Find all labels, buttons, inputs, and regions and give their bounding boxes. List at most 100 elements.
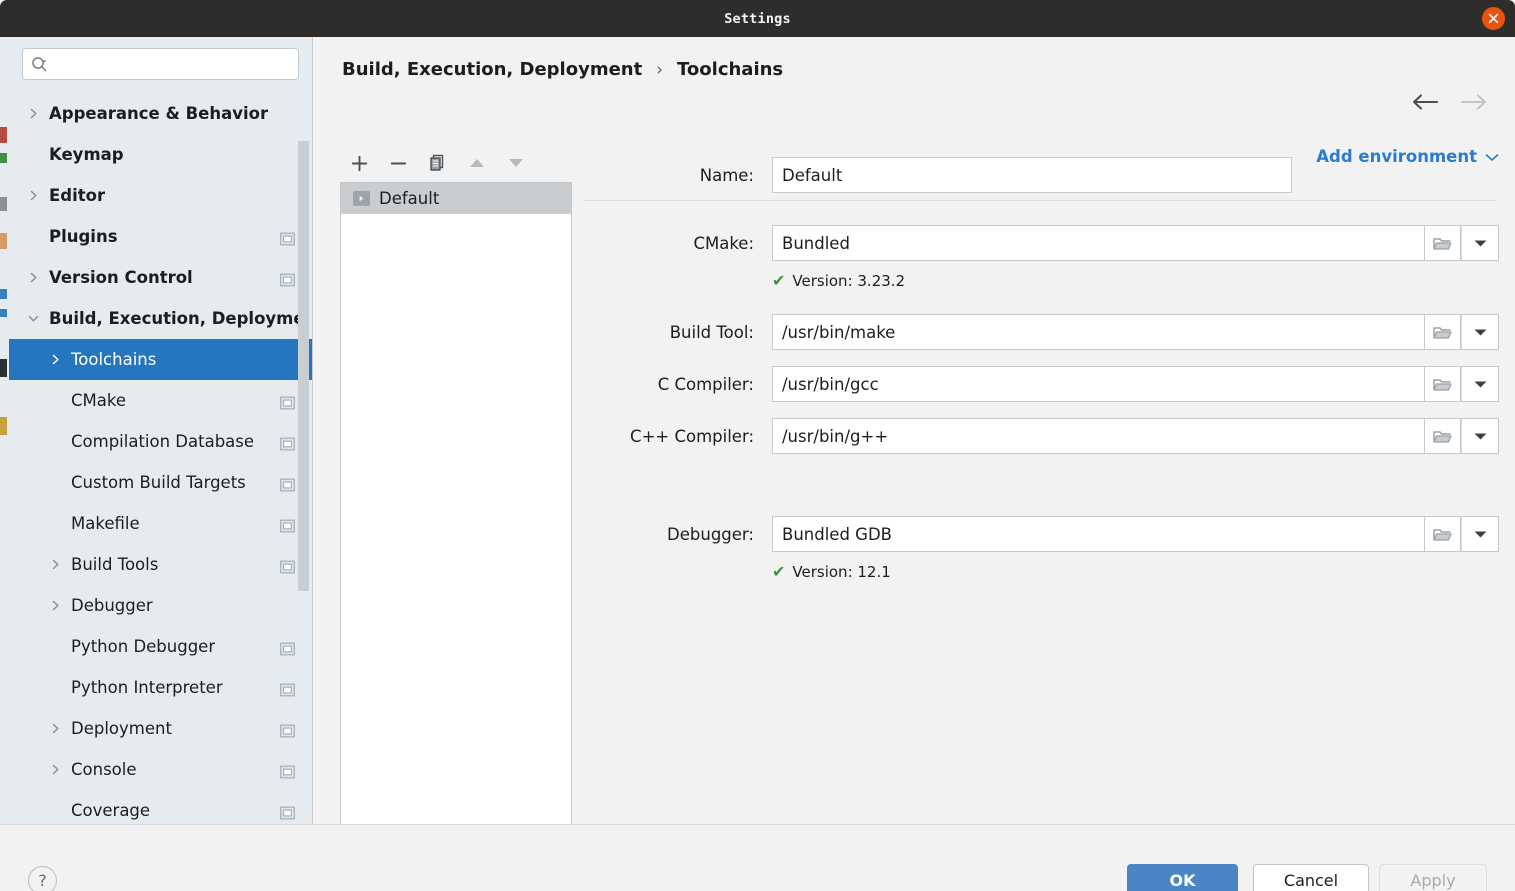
build-tool-field-wrap: /usr/bin/make	[772, 314, 1499, 350]
debugger-dropdown-icon[interactable]	[1461, 516, 1499, 552]
sidebar-item-editor[interactable]: Editor	[9, 175, 313, 216]
arrow-right-icon[interactable]	[1460, 93, 1488, 111]
help-icon[interactable]: ?	[28, 866, 57, 891]
project-scope-icon	[280, 517, 295, 530]
copy-icon[interactable]	[418, 146, 457, 180]
chevron-down-icon	[1485, 147, 1499, 166]
sidebar-item-debugger[interactable]: Debugger	[9, 585, 313, 626]
ok-button[interactable]: OK	[1127, 864, 1238, 891]
project-scope-icon	[280, 640, 295, 653]
sidebar-item-label: Deployment	[71, 719, 172, 738]
add-environment-button[interactable]: Add environment	[1316, 147, 1499, 166]
sidebar-item-python-debugger[interactable]: Python Debugger	[9, 626, 313, 667]
project-scope-icon	[280, 722, 295, 735]
sidebar-item-label: Build Tools	[71, 555, 158, 574]
toolchain-list-toolbar	[340, 145, 572, 181]
sidebar-item-keymap[interactable]: Keymap	[9, 134, 313, 175]
sidebar-item-label: Python Debugger	[71, 637, 215, 656]
search-input[interactable]	[52, 50, 290, 78]
cancel-button[interactable]: Cancel	[1253, 864, 1369, 891]
settings-sidebar: Appearance & Behavior Keymap Editor Plugins…	[9, 37, 313, 824]
build-tool-browse-folder-icon[interactable]	[1425, 314, 1461, 350]
cmake-input[interactable]: Bundled	[772, 225, 1425, 261]
triangle-down-icon[interactable]	[496, 146, 535, 180]
sidebar-item-appearance-behavior[interactable]: Appearance & Behavior	[9, 93, 313, 134]
sidebar-item-makefile[interactable]: Makefile	[9, 503, 313, 544]
cxx-compiler-input[interactable]: /usr/bin/g++	[772, 418, 1425, 454]
c-compiler-input[interactable]: /usr/bin/gcc	[772, 366, 1425, 402]
sidebar-scrollbar-thumb[interactable]	[298, 141, 309, 591]
search-box[interactable]	[22, 48, 299, 80]
sidebar-item-compilation-database[interactable]: Compilation Database	[9, 421, 313, 462]
project-scope-icon	[280, 558, 295, 571]
cxx-compiler-dropdown-icon[interactable]	[1461, 418, 1499, 454]
chevron-right-icon	[49, 599, 71, 612]
window-title: Settings	[724, 11, 791, 27]
sidebar-item-toolchains[interactable]: Toolchains	[9, 339, 313, 380]
sidebar-item-label: Editor	[49, 186, 105, 205]
cmake-dropdown-icon[interactable]	[1461, 225, 1499, 261]
c-compiler-browse-folder-icon[interactable]	[1425, 366, 1461, 402]
c-compiler-dropdown-icon[interactable]	[1461, 366, 1499, 402]
build-tool-input[interactable]: /usr/bin/make	[772, 314, 1425, 350]
build-tool-row: Build Tool: /usr/bin/make	[584, 314, 1499, 350]
sidebar-item-build-execution-deployment[interactable]: Build, Execution, Deployment	[9, 298, 313, 339]
cmake-version: ✔ Version: 3.23.2	[772, 272, 905, 290]
debugger-label: Debugger:	[584, 525, 754, 544]
sidebar-item-console[interactable]: Console	[9, 749, 313, 790]
sidebar-item-label: Console	[71, 760, 137, 779]
toolchain-list[interactable]: Default	[340, 182, 572, 830]
sidebar-item-custom-build-targets[interactable]: Custom Build Targets	[9, 462, 313, 503]
c-compiler-label: C Compiler:	[584, 375, 754, 394]
debugger-browse-folder-icon[interactable]	[1425, 516, 1461, 552]
debugger-input[interactable]: Bundled GDB	[772, 516, 1425, 552]
close-glyph	[1488, 13, 1499, 24]
c-compiler-row: C Compiler: /usr/bin/gcc	[584, 366, 1499, 402]
dialog-body: Appearance & Behavior Keymap Editor Plugins…	[0, 37, 1515, 891]
sidebar-item-label: Build, Execution, Deployment	[49, 309, 307, 328]
add-toolchain-button[interactable]	[340, 146, 379, 180]
dialog-footer: ? OK Cancel Apply CSDN @UnderTurrets	[0, 824, 1515, 891]
search-area	[9, 37, 312, 80]
sidebar-scrollbar-track[interactable]	[300, 93, 311, 824]
name-row: Name: Default	[584, 157, 1292, 193]
main-panel: Build, Execution, Deployment › Toolchain…	[314, 37, 1515, 824]
remove-toolchain-button[interactable]	[379, 146, 418, 180]
sidebar-item-plugins[interactable]: Plugins	[9, 216, 313, 257]
project-scope-icon	[280, 804, 295, 817]
debugger-field-wrap: Bundled GDB	[772, 516, 1499, 552]
sidebar-item-version-control[interactable]: Version Control	[9, 257, 313, 298]
cxx-compiler-browse-folder-icon[interactable]	[1425, 418, 1461, 454]
sidebar-item-coverage[interactable]: Coverage	[9, 790, 313, 824]
sidebar-item-cmake[interactable]: CMake	[9, 380, 313, 421]
apply-button[interactable]: Apply	[1379, 864, 1487, 891]
project-scope-icon	[280, 271, 295, 284]
breadcrumb-root[interactable]: Build, Execution, Deployment	[342, 59, 642, 80]
sidebar-item-label: Appearance & Behavior	[49, 104, 268, 123]
settings-tree: Appearance & Behavior Keymap Editor Plugins…	[9, 93, 313, 824]
navigation-arrows	[1411, 93, 1488, 111]
sidebar-item-label: Plugins	[49, 227, 118, 246]
sidebar-item-label: Makefile	[71, 514, 140, 533]
name-input[interactable]: Default	[772, 157, 1292, 193]
sidebar-item-label: Compilation Database	[71, 432, 254, 451]
cxx-compiler-field-wrap: /usr/bin/g++	[772, 418, 1499, 454]
sidebar-item-python-interpreter[interactable]: Python Interpreter	[9, 667, 313, 708]
cmake-browse-folder-icon[interactable]	[1425, 225, 1461, 261]
sidebar-item-build-tools[interactable]: Build Tools	[9, 544, 313, 585]
settings-dialog: Settings	[0, 0, 1515, 891]
check-icon: ✔	[772, 273, 785, 289]
sidebar-item-deployment[interactable]: Deployment	[9, 708, 313, 749]
close-icon[interactable]	[1482, 7, 1505, 30]
breadcrumb-leaf: Toolchains	[677, 59, 783, 80]
arrow-left-icon[interactable]	[1411, 93, 1439, 111]
build-tool-dropdown-icon[interactable]	[1461, 314, 1499, 350]
cmake-field-wrap: Bundled	[772, 225, 1499, 261]
sidebar-item-label: Debugger	[71, 596, 153, 615]
name-label: Name:	[584, 166, 754, 185]
triangle-up-icon[interactable]	[457, 146, 496, 180]
toolchain-list-item[interactable]: Default	[341, 183, 571, 214]
sidebar-item-label: Coverage	[71, 801, 150, 820]
project-scope-icon	[280, 763, 295, 776]
c-compiler-field-wrap: /usr/bin/gcc	[772, 366, 1499, 402]
